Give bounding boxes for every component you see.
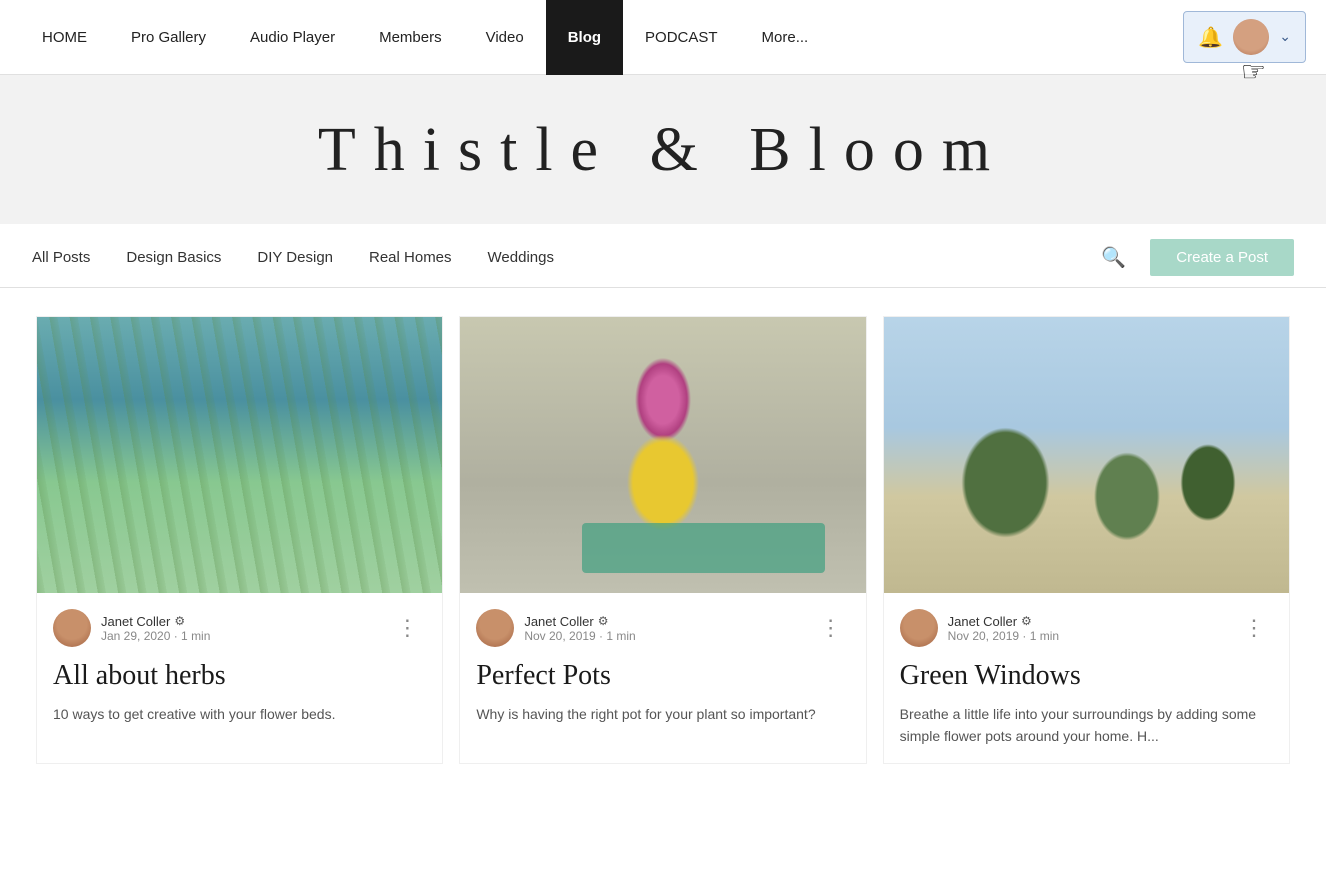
post-title-1: Perfect Pots	[460, 655, 865, 703]
post-title-0: All about herbs	[37, 655, 442, 703]
blog-card: Janet Coller ⚙ Nov 20, 2019 · 1 min ⋮ Gr…	[883, 316, 1290, 764]
navigation: HOMEPro GalleryAudio PlayerMembersVideoB…	[0, 0, 1326, 75]
author-avatar-1	[476, 609, 514, 647]
bell-icon[interactable]: 🔔	[1198, 25, 1223, 50]
author-avatar-2	[900, 609, 938, 647]
nav-link-video[interactable]: Video	[464, 0, 546, 75]
author-name-0: Janet Coller ⚙	[101, 614, 210, 629]
author-avatar-0	[53, 609, 91, 647]
post-date-1: Nov 20, 2019 · 1 min	[524, 629, 635, 643]
more-options-button-2[interactable]: ⋮	[1235, 613, 1273, 643]
more-options-button-1[interactable]: ⋮	[812, 613, 850, 643]
nav-link-members[interactable]: Members	[357, 0, 464, 75]
avatar-face	[1233, 19, 1269, 55]
meta-info-2: Janet Coller ⚙ Nov 20, 2019 · 1 min	[948, 614, 1059, 643]
user-menu[interactable]: 🔔 ⌄	[1183, 11, 1306, 63]
chevron-down-icon[interactable]: ⌄	[1279, 29, 1291, 46]
filter-link-diy-design[interactable]: DIY Design	[257, 249, 333, 280]
nav-link-blog[interactable]: Blog	[546, 0, 623, 75]
search-icon[interactable]: 🔍	[1101, 245, 1126, 284]
meta-left-0: Janet Coller ⚙ Jan 29, 2020 · 1 min	[53, 609, 210, 647]
filter-link-all-posts[interactable]: All Posts	[32, 249, 90, 280]
nav-links: HOMEPro GalleryAudio PlayerMembersVideoB…	[20, 0, 1183, 75]
nav-link-podcast[interactable]: PODCAST	[623, 0, 740, 75]
meta-info-0: Janet Coller ⚙ Jan 29, 2020 · 1 min	[101, 614, 210, 643]
admin-badge-1: ⚙	[598, 614, 609, 628]
author-name-1: Janet Coller ⚙	[524, 614, 635, 629]
nav-link-more...[interactable]: More...	[740, 0, 831, 75]
avatar	[1233, 19, 1269, 55]
filter-link-real-homes[interactable]: Real Homes	[369, 249, 452, 280]
filter-bar: All Posts Design Basics DIY Design Real Hom…	[0, 224, 1326, 288]
post-excerpt-0: 10 ways to get creative with your flower…	[37, 703, 442, 741]
blog-card: Janet Coller ⚙ Jan 29, 2020 · 1 min ⋮ Al…	[36, 316, 443, 764]
site-title: Thistle & Bloom	[20, 115, 1306, 186]
filter-link-design-basics[interactable]: Design Basics	[126, 249, 221, 280]
post-date-0: Jan 29, 2020 · 1 min	[101, 629, 210, 643]
post-excerpt-1: Why is having the right pot for your pla…	[460, 703, 865, 741]
post-image-0	[37, 317, 442, 593]
post-excerpt-2: Breathe a little life into your surround…	[884, 703, 1289, 764]
post-image-1	[460, 317, 865, 593]
post-image-2	[884, 317, 1289, 593]
meta-left-1: Janet Coller ⚙ Nov 20, 2019 · 1 min	[476, 609, 635, 647]
hero-section: Thistle & Bloom	[0, 75, 1326, 224]
nav-link-pro-gallery[interactable]: Pro Gallery	[109, 0, 228, 75]
nav-link-home[interactable]: HOME	[20, 0, 109, 75]
author-name-2: Janet Coller ⚙	[948, 614, 1059, 629]
meta-info-1: Janet Coller ⚙ Nov 20, 2019 · 1 min	[524, 614, 635, 643]
post-title-2: Green Windows	[884, 655, 1289, 703]
create-post-button[interactable]: Create a Post	[1150, 239, 1294, 276]
post-meta-1: Janet Coller ⚙ Nov 20, 2019 · 1 min ⋮	[460, 593, 865, 655]
post-meta-2: Janet Coller ⚙ Nov 20, 2019 · 1 min ⋮	[884, 593, 1289, 655]
blog-grid: Janet Coller ⚙ Jan 29, 2020 · 1 min ⋮ Al…	[0, 288, 1326, 788]
meta-left-2: Janet Coller ⚙ Nov 20, 2019 · 1 min	[900, 609, 1059, 647]
more-options-button-0[interactable]: ⋮	[388, 613, 426, 643]
admin-badge-0: ⚙	[174, 614, 185, 628]
admin-badge-2: ⚙	[1021, 614, 1032, 628]
post-date-2: Nov 20, 2019 · 1 min	[948, 629, 1059, 643]
post-meta-0: Janet Coller ⚙ Jan 29, 2020 · 1 min ⋮	[37, 593, 442, 655]
blog-card: Janet Coller ⚙ Nov 20, 2019 · 1 min ⋮ Pe…	[459, 316, 866, 764]
nav-link-audio-player[interactable]: Audio Player	[228, 0, 357, 75]
filter-link-weddings[interactable]: Weddings	[488, 249, 554, 280]
